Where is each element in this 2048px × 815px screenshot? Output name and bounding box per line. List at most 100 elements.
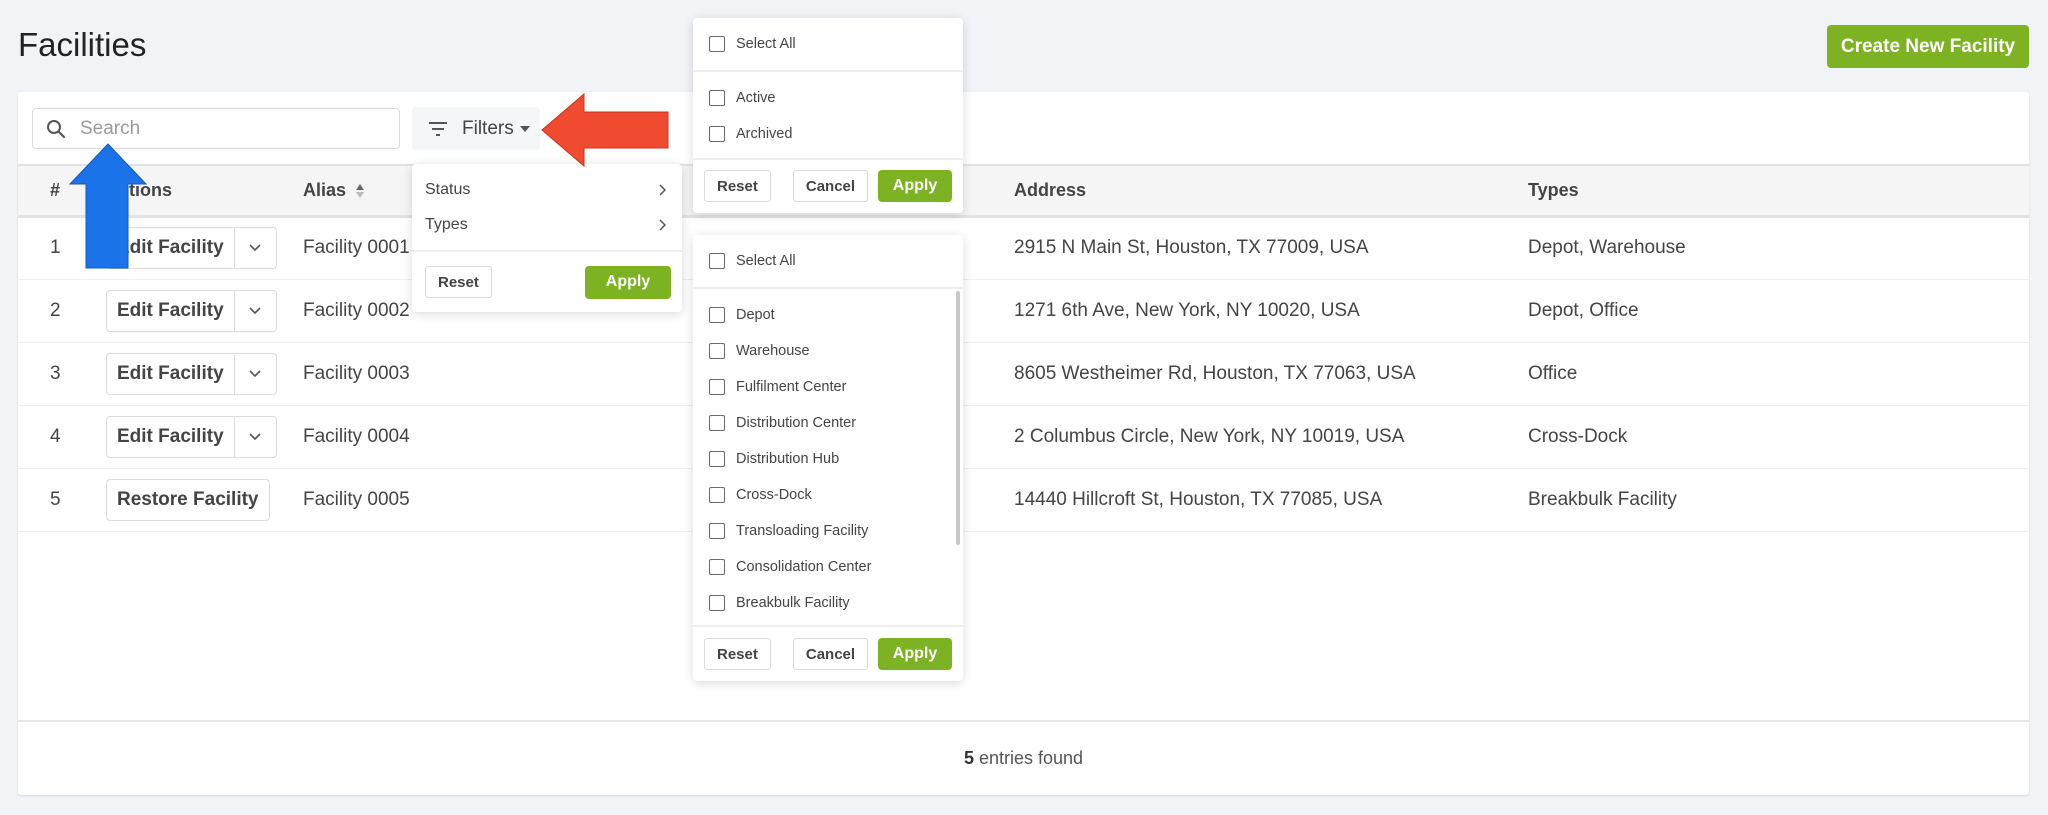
status-select-all[interactable]: Select All [693, 18, 963, 70]
checkbox[interactable] [709, 36, 725, 52]
checkbox-option[interactable]: Warehouse [693, 333, 963, 369]
sort-icon[interactable] [355, 183, 365, 199]
checkbox-option[interactable]: Transloading Facility [693, 513, 963, 549]
checkbox-option[interactable]: Consolidation Center [693, 549, 963, 585]
checkbox-label: Cross-Dock [736, 487, 812, 503]
checkbox-option[interactable]: Active [693, 80, 963, 116]
facilities-table: # Actions Alias Address Types 1 Edit Fac… [18, 164, 2029, 532]
checkbox-label: Archived [736, 126, 793, 142]
chevron-down-icon [249, 432, 261, 440]
table-header-row: # Actions Alias Address Types [18, 164, 2029, 218]
chevron-right-icon [659, 218, 666, 231]
edit-facility-button[interactable]: Edit Facility [107, 291, 234, 331]
actions-dropdown-toggle[interactable] [233, 290, 276, 331]
filters-menu: Status Types Reset Apply [412, 164, 682, 312]
checkbox-option[interactable]: Distribution Center [693, 405, 963, 441]
entries-count: 5 [963, 748, 974, 768]
status-cancel-button[interactable]: Cancel [792, 170, 869, 202]
checkbox[interactable] [709, 126, 725, 142]
row-actions: Edit Facility [106, 405, 303, 469]
row-types: Cross-Dock [1528, 405, 2029, 469]
filter-menu-item-status[interactable]: Status [412, 172, 682, 207]
types-options-list: Depot Warehouse Fulfilment Center Distri… [693, 289, 963, 625]
row-number: 2 [18, 279, 106, 343]
checkbox-option[interactable]: Breakbulk Facility [693, 585, 963, 621]
row-types: Depot, Warehouse [1528, 216, 2029, 280]
status-apply-button[interactable]: Apply [878, 170, 952, 202]
checkbox[interactable] [709, 523, 725, 539]
search-icon [47, 119, 66, 138]
table-row: 3 Edit Facility Facility 0003 8605 Westh… [18, 342, 2029, 406]
checkbox-option[interactable]: Fulfilment Center [693, 369, 963, 405]
row-types: Breakbulk Facility [1528, 468, 2029, 532]
filter-icon [429, 121, 447, 136]
row-address: 8605 Westheimer Rd, Houston, TX 77063, U… [1014, 342, 1528, 406]
types-reset-button[interactable]: Reset [704, 638, 771, 670]
red-annotation-arrow [541, 92, 669, 168]
checkbox-option[interactable]: Distribution Hub [693, 441, 963, 477]
menu-item-label: Types [425, 215, 468, 233]
table-row: 5 Restore Facility Facility 0005 14440 H… [18, 468, 2029, 532]
page-title: Facilities [18, 26, 147, 63]
checkbox[interactable] [709, 343, 725, 359]
alias-label: Alias [303, 179, 347, 200]
actions-dropdown-toggle[interactable] [233, 416, 276, 457]
checkbox-label: Active [736, 90, 776, 106]
filter-menu-footer: Reset Apply [412, 252, 682, 312]
row-address: 2 Columbus Circle, New York, NY 10019, U… [1014, 405, 1528, 469]
checkbox[interactable] [709, 90, 725, 106]
row-address: 14440 Hillcroft St, Houston, TX 77085, U… [1014, 468, 1528, 532]
checkbox[interactable] [709, 253, 725, 269]
checkbox-label: Fulfilment Center [736, 379, 847, 395]
chevron-down-icon [249, 369, 261, 377]
entries-label: entries found [978, 748, 1084, 768]
facilities-card: Filters # Actions Alias Address Types 1 [18, 92, 2029, 795]
types-select-all[interactable]: Select All [693, 235, 963, 287]
edit-facility-button[interactable]: Edit Facility [107, 354, 234, 394]
types-filter-popover: Select All Depot Warehouse Fulfilment Ce… [693, 235, 963, 681]
checkbox[interactable] [709, 379, 725, 395]
row-address: 1271 6th Ave, New York, NY 10020, USA [1014, 279, 1528, 343]
checkbox-label: Breakbulk Facility [736, 595, 850, 611]
edit-facility-button[interactable]: Edit Facility [107, 417, 234, 457]
row-address: 2915 N Main St, Houston, TX 77009, USA [1014, 216, 1528, 280]
checkbox-option[interactable]: Depot [693, 297, 963, 333]
checkbox[interactable] [709, 487, 725, 503]
checkbox[interactable] [709, 415, 725, 431]
checkbox-option[interactable]: Cross-Dock [693, 477, 963, 513]
types-apply-button[interactable]: Apply [878, 638, 952, 670]
create-new-facility-button[interactable]: Create New Facility [1827, 25, 2029, 68]
filter-menu-apply-button[interactable]: Apply [585, 265, 671, 299]
status-reset-button[interactable]: Reset [704, 170, 771, 202]
scrollbar[interactable] [956, 291, 960, 545]
checkbox[interactable] [709, 559, 725, 575]
search-input[interactable] [80, 117, 370, 140]
chevron-right-icon [659, 183, 666, 196]
edit-facility-split-button: Edit Facility [106, 289, 277, 332]
types-popover-footer: Reset Cancel Apply [693, 627, 963, 681]
checkbox[interactable] [709, 451, 725, 467]
table-row: 2 Edit Facility Facility 0002 1271 6th A… [18, 279, 2029, 343]
checkbox[interactable] [709, 595, 725, 611]
filter-menu-item-types[interactable]: Types [412, 207, 682, 242]
menu-item-label: Status [425, 180, 471, 198]
toolbar: Filters [18, 92, 2029, 164]
chevron-down-icon [249, 244, 261, 252]
types-cancel-button[interactable]: Cancel [792, 638, 869, 670]
checkbox-label: Distribution Center [736, 415, 857, 431]
filter-menu-reset-button[interactable]: Reset [425, 266, 492, 298]
actions-dropdown-toggle[interactable] [233, 353, 276, 394]
column-header-types: Types [1528, 164, 2029, 218]
actions-dropdown-toggle[interactable] [233, 228, 276, 268]
restore-facility-button[interactable]: Restore Facility [106, 478, 270, 521]
checkbox-label: Consolidation Center [736, 559, 872, 575]
row-number: 4 [18, 405, 106, 469]
row-actions: Edit Facility [106, 279, 303, 343]
status-filter-popover: Select All Active Archived Reset Cancel … [693, 18, 963, 213]
blue-annotation-arrow [68, 143, 148, 269]
checkbox-label: Transloading Facility [736, 523, 869, 539]
filters-button[interactable]: Filters [412, 107, 540, 150]
checkbox-option[interactable]: Archived [693, 116, 963, 152]
caret-down-icon [519, 125, 530, 132]
checkbox[interactable] [709, 307, 725, 323]
